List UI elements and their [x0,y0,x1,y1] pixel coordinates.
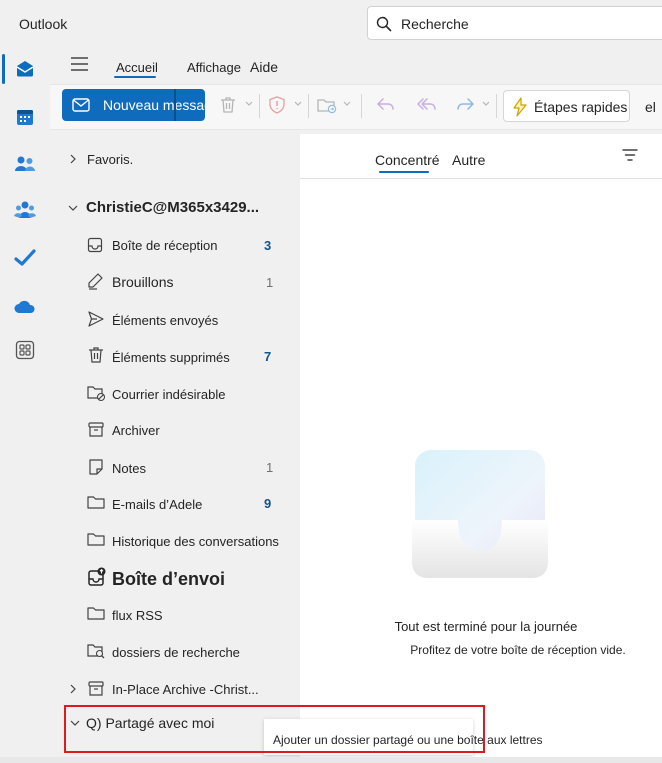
apps-grid-icon [15,340,35,360]
filter-icon[interactable] [622,148,638,162]
tab-focused[interactable]: Concentré [375,152,440,168]
hamburger-menu-icon[interactable] [70,56,90,72]
bottom-edge [0,757,662,763]
item-count: 1 [266,275,274,290]
chevron-right-icon[interactable] [69,684,77,694]
rail-mail[interactable] [0,49,50,89]
rail-todo[interactable] [0,238,50,278]
tab-help[interactable]: Aide [250,59,278,75]
lightning-icon [512,97,528,117]
tab-focused-underline [379,171,429,173]
folder-label-rss: flux RSS [112,608,163,623]
toolbar-divider [361,94,362,118]
favorites-group[interactable]: Favoris. [50,145,300,175]
message-list [300,134,662,763]
inbox-icon [87,237,103,253]
account-label: ChristieC@M365x3429... [86,199,260,216]
reply-all-icon[interactable] [416,96,438,112]
note-icon [87,458,105,476]
tab-home-underline [114,76,156,78]
folder-label-deleted: Éléments supprimés [112,350,230,365]
folder-pane [50,130,300,763]
empty-inbox-illustration-icon [410,450,550,580]
new-message-label: Nouveau message [103,97,205,113]
toolbar-divider [259,94,260,118]
calendar-icon [15,107,35,127]
report-shield-icon[interactable] [268,96,286,114]
sent-icon [87,310,105,328]
archive-group[interactable]: In-Place Archive -Christ... [50,674,300,704]
folder-label-drafts: Brouillons [112,274,174,290]
archive-icon [87,421,105,439]
tab-view[interactable]: Affichage [187,60,241,75]
delete-icon[interactable] [219,96,237,114]
mail-compose-icon [72,98,90,112]
todo-check-icon [14,248,36,268]
archive-group-label: In-Place Archive -Christ... [112,682,259,697]
groups-icon [14,200,36,220]
reply-icon[interactable] [376,96,396,112]
account-group[interactable]: ChristieC@M365x3429... [50,193,300,223]
move-to-folder-icon[interactable] [317,96,337,114]
onedrive-cloud-icon [14,298,36,314]
rail-groups[interactable] [0,190,50,230]
unread-count: 9 [264,496,272,511]
item-count: 1 [266,460,274,475]
folder-icon [87,494,105,510]
search-input[interactable]: Recherche [401,16,469,32]
favorites-label: Favoris. [87,152,134,167]
chevron-down-icon[interactable] [482,101,490,107]
mail-icon [15,59,35,79]
folder-label-junk: Courrier indésirable [112,387,226,402]
folder-label-notes: Notes [112,461,146,476]
unread-count: 7 [264,349,272,364]
empty-state-subtitle: Profitez de votre boîte de réception vid… [410,643,626,657]
toolbar-divider [308,94,309,118]
people-icon [14,154,36,174]
quick-steps-label: Étapes rapides [534,99,628,115]
junk-folder-icon [87,384,107,402]
folder-label-outbox: Boîte d’envoi [112,569,226,589]
quick-steps-button[interactable]: Étapes rapides [503,90,630,122]
new-message-split-divider [174,89,176,121]
forward-icon[interactable] [455,96,475,112]
folder-label-search-folders: dossiers de recherche [112,645,240,660]
rail-calendar[interactable] [0,97,50,137]
toolbar-divider [496,94,497,118]
archive-icon [87,680,105,698]
search-icon [376,16,392,32]
empty-state-title: Tout est terminé pour la journée [394,619,578,634]
chevron-down-icon[interactable] [343,101,351,107]
folder-icon [87,531,105,547]
folder-icon [87,605,105,621]
folder-label-sent: Éléments envoyés [112,313,219,328]
search-box[interactable]: Recherche [367,6,662,40]
chevron-down-icon[interactable] [245,101,253,107]
folder-label-inbox: Boîte de réception [112,238,218,253]
outbox-icon [87,567,107,587]
app-title: Outlook [19,16,68,32]
rail-apps[interactable] [0,330,50,370]
highlight-box [64,705,485,753]
new-message-button[interactable]: Nouveau message [62,89,205,121]
tab-other[interactable]: Autre [452,152,485,168]
drafts-pencil-icon [87,272,105,290]
rail-onedrive[interactable] [0,286,50,326]
rail-people[interactable] [0,144,50,184]
tab-home[interactable]: Accueil [116,60,158,75]
trash-icon [87,346,105,364]
ribbon-overflow-text[interactable]: el [645,99,656,115]
folder-label-archive: Archiver [112,423,160,438]
unread-count: 3 [264,238,272,253]
folder-label-conversation-history: Historique des conversations [112,534,279,549]
chevron-down-icon[interactable] [68,204,78,212]
folder-label-adele: E-mails d’Adele [112,497,203,512]
chevron-down-icon[interactable] [294,101,302,107]
search-folder-icon [87,642,107,660]
chevron-right-icon[interactable] [69,154,77,164]
